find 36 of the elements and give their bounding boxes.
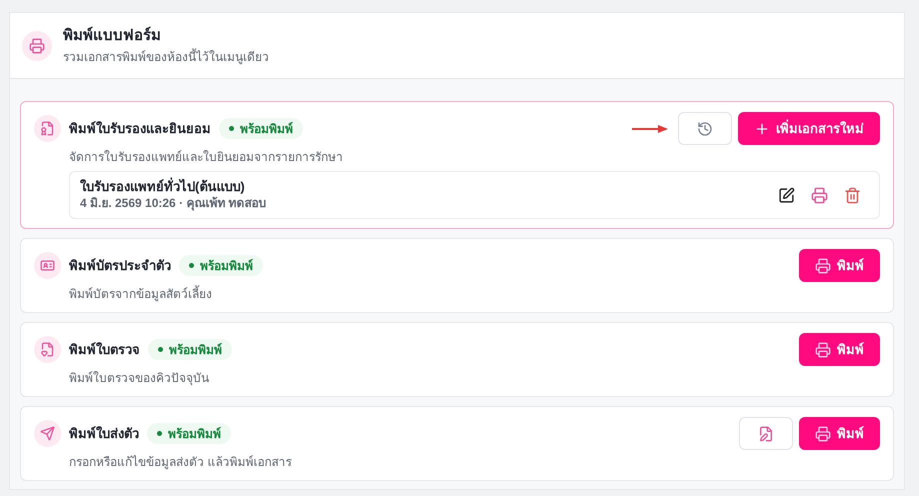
history-icon [697,120,713,136]
form-title: พิมพ์ใบตรวจ [69,340,140,359]
page-title: พิมพ์แบบฟอร์ม [63,26,162,46]
printer-icon [815,342,831,358]
form-title: พิมพ์บัตรประจำตัว [69,256,171,275]
edit-document-button[interactable] [739,417,793,450]
document-pen-icon [758,426,774,442]
status-badge: พร้อมพิมพ์ [148,339,232,360]
document-meta: 4 มิ.ย. 2569 10:26 · คุณเพ้ท ทดสอบ [80,195,267,211]
print-button[interactable]: พิมพ์ [799,333,880,366]
paper-plane-icon [40,426,55,441]
form-title: พิมพ์ใบรับรองและยินยอม [69,120,211,138]
printer-icon [815,426,831,442]
status-badge: พร้อมพิมพ์ [219,118,303,139]
history-button[interactable] [678,112,732,145]
add-document-button[interactable]: เพิ่มเอกสารใหม่ [738,112,880,145]
document-name: ใบรับรองแพทย์ทั่วไป(ต้นแบบ) [80,179,246,195]
printer-icon [815,258,831,274]
edit-icon[interactable] [778,186,795,204]
form-description: พิมพ์บัตรจากข้อมูลสัตว์เลี้ยง [69,286,213,303]
printer-icon [29,38,45,54]
form-description: จัดการใบรับรองแพทย์และใบยินยอมจากรายการรักษา [69,149,344,166]
status-badge: พร้อมพิมพ์ [147,423,231,444]
print-button[interactable]: พิมพ์ [799,249,880,282]
id-card-icon [40,258,55,273]
badge-document-icon [40,121,55,136]
plus-icon [754,120,770,136]
form-title: พิมพ์ใบส่งตัว [69,424,139,443]
print-icon[interactable] [811,186,828,204]
status-badge: พร้อมพิมพ์ [179,255,263,276]
print-button[interactable]: พิมพ์ [799,417,880,450]
heart-document-icon [40,342,55,357]
page-subtitle: รวมเอกสารพิมพ์ของห้องนี้ไว้ในเมนูเดียว [63,48,269,66]
form-description: พิมพ์ใบตรวจของคิวปัจจุบัน [69,370,210,387]
form-description: กรอกหรือแก้ไขข้อมูลส่งตัว แล้วพิมพ์เอกสาร [69,454,292,471]
delete-icon[interactable] [844,186,861,204]
